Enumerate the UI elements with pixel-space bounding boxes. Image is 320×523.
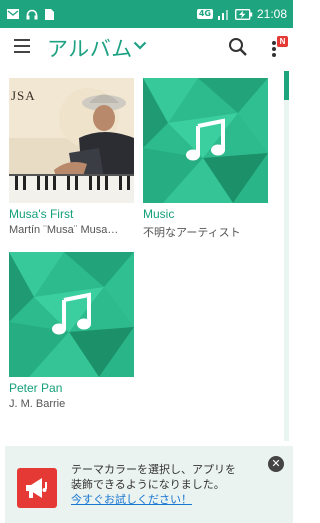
- album-item[interactable]: Peter Pan J. M. Barrie: [9, 252, 134, 410]
- album-cover-default[interactable]: [143, 78, 268, 203]
- app-bar: アルバム N: [0, 28, 293, 68]
- search-icon[interactable]: [228, 37, 248, 57]
- album-cover-default[interactable]: [9, 252, 134, 377]
- album-artist: J. M. Barrie: [9, 398, 66, 410]
- close-icon[interactable]: ✕: [268, 456, 284, 472]
- album-title: Peter Pan: [9, 381, 63, 395]
- scrollbar-track[interactable]: [284, 71, 289, 441]
- album-cover-photo[interactable]: JSA: [9, 78, 134, 203]
- album-artist: Martín ¨Musa¨ Musa…: [9, 224, 119, 236]
- music-note-icon: [186, 118, 225, 161]
- album-item[interactable]: Music 不明なアーティスト: [143, 78, 268, 240]
- album-artist: 不明なアーティスト: [143, 227, 241, 239]
- headphones-icon: [26, 9, 38, 19]
- theme-promo-banner[interactable]: テーマカラーを選択し、アプリを 装飾できるようになりました。 今すぐお試しくださ…: [5, 446, 293, 523]
- album-photo-text: JSA: [11, 88, 36, 103]
- page-title[interactable]: アルバム: [47, 33, 133, 63]
- battery-charging-icon: [234, 8, 253, 20]
- network-type-badge: 4G: [196, 9, 213, 19]
- signal-icon: [217, 10, 228, 20]
- album-item[interactable]: JSA Musa's First Martín ¨Musa¨ Musa…: [9, 78, 134, 236]
- banner-message: テーマカラーを選択し、アプリを 装飾できるようになりました。 今すぐお試しくださ…: [71, 462, 236, 507]
- music-note-icon: [52, 292, 91, 335]
- notification-badge: N: [277, 36, 288, 47]
- banner-line-1: テーマカラーを選択し、アプリを: [71, 463, 236, 476]
- try-now-link[interactable]: 今すぐお試しください！: [71, 492, 236, 507]
- status-time: 21:08: [256, 7, 287, 21]
- banner-line-2: 装飾できるようになりました。: [71, 478, 225, 491]
- megaphone-icon: [17, 468, 57, 508]
- chevron-down-icon[interactable]: [133, 41, 147, 50]
- album-title: Musa's First: [9, 207, 74, 221]
- document-icon: [45, 8, 54, 20]
- mail-icon: [7, 9, 19, 19]
- scrollbar-thumb[interactable]: [284, 71, 289, 100]
- more-vert-icon[interactable]: N: [268, 36, 288, 60]
- album-title: Music: [143, 207, 175, 221]
- status-bar: 4G 21:08: [0, 0, 293, 28]
- menu-icon[interactable]: [14, 39, 30, 53]
